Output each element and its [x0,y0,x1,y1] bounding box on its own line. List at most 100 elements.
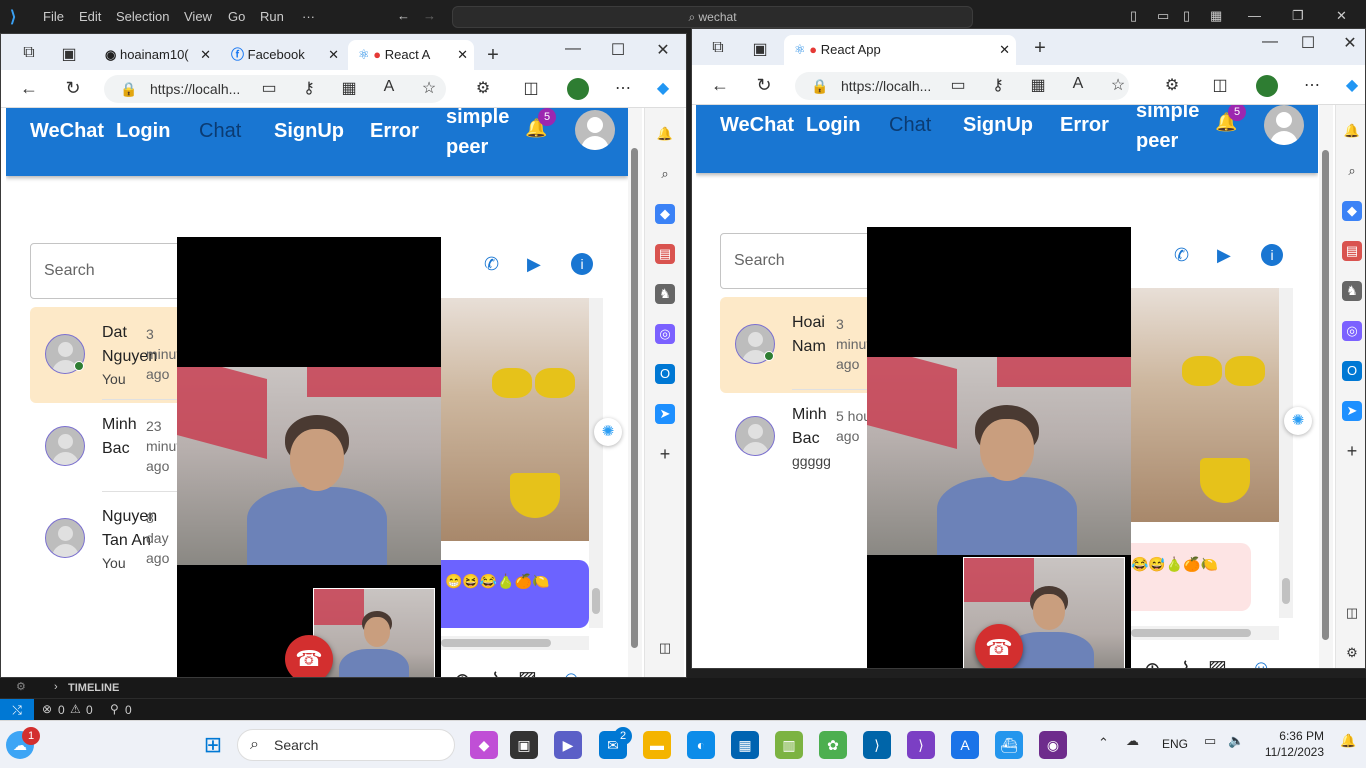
scrollbar-thumb[interactable] [1131,629,1251,637]
bell-icon[interactable]: 🔔 [1342,121,1362,141]
chart-app-icon[interactable]: ▥ [775,731,803,759]
menu-selection[interactable]: Selection [116,9,169,24]
nav-error[interactable]: Error [1060,114,1109,137]
sidebar-toggle-icon[interactable]: ◫ [655,638,675,658]
tools-icon[interactable]: ▤ [655,244,675,264]
hangup-button[interactable]: ☎ [975,624,1023,668]
timeline-label[interactable]: TIMELINE [68,682,119,694]
nav-wechat[interactable]: WeChat [720,114,794,137]
split-screen-icon[interactable]: ◫ [1210,75,1230,95]
chevron-up-icon[interactable]: ⌃ [1098,735,1109,751]
nav-signup[interactable]: SignUp [274,120,344,143]
warning-count[interactable]: 0 [86,703,93,717]
language-label[interactable]: ENG [1162,737,1188,751]
docker-icon[interactable]: ⛴ [995,731,1023,759]
remote-icon[interactable]: ⤭ [0,699,34,721]
read-aloud-icon[interactable]: A [1068,75,1088,93]
minimize-icon[interactable]: — [1260,33,1280,51]
taskbar-search[interactable]: ⌕ Search [237,729,455,761]
nav-chat[interactable]: Chat [199,120,241,143]
key-icon[interactable]: ⚷ [988,75,1008,95]
clock[interactable]: 6:36 PM 11/12/2023 [1258,728,1324,760]
message-image[interactable] [1130,288,1279,522]
file-explorer-icon[interactable]: ▬ [643,731,671,759]
nav-wechat[interactable]: WeChat [30,120,104,143]
tab-facebook[interactable]: ⓕ Facebook ✕ [221,40,343,70]
menu-more[interactable]: ··· [302,9,315,24]
outlook-icon[interactable]: O [655,364,675,384]
split-screen-icon[interactable]: ◫ [521,78,541,98]
start-icon[interactable]: ⊞ [199,731,227,759]
page-scrollbar[interactable] [1319,105,1333,668]
attach-icon[interactable]: ⌇ [1181,657,1191,668]
menu-file[interactable]: File [43,9,64,24]
search-icon[interactable]: ⌕ [1342,161,1362,181]
assistant-icon[interactable]: ✺ [594,418,622,446]
store-icon[interactable]: ▦ [731,731,759,759]
ports-icon[interactable]: ⚲ [110,702,119,716]
visual-studio-icon[interactable]: ⟩ [907,731,935,759]
workspaces-icon[interactable]: ⧉ [708,39,728,57]
nav-login[interactable]: Login [806,114,860,137]
copilot-pre-icon[interactable]: ◆ [470,731,498,759]
volume-icon[interactable]: 🔈 [1228,733,1244,749]
menu-view[interactable]: View [184,9,212,24]
tab-github[interactable]: ◉ hoainam10(✕ [95,40,215,70]
tab-close-icon[interactable]: ✕ [200,40,211,70]
messages-scrollbar[interactable] [1279,288,1293,618]
video-icon[interactable]: ▶ [1217,245,1231,266]
m365-icon[interactable]: ◎ [1342,321,1362,341]
chevron-right-icon[interactable]: › [54,681,58,693]
new-tab-icon[interactable]: + [483,44,503,67]
menu-run[interactable]: Run [260,9,284,24]
messages-hscrollbar[interactable] [421,636,589,650]
add-icon[interactable]: ⊕ [1144,657,1161,668]
close-icon[interactable]: ✕ [1336,8,1347,24]
refresh-icon[interactable]: ↻ [754,75,774,96]
customize-layout-icon[interactable]: ▦ [1210,8,1222,24]
paint-icon[interactable]: ✿ [819,731,847,759]
apps-icon[interactable]: ▦ [339,78,359,98]
conversation-item[interactable]: Minh Bac 5 hou ago ggggg [720,389,890,485]
maximize-icon[interactable]: ☐ [608,40,628,60]
toggle-panel-icon[interactable]: ▭ [1157,8,1169,24]
more-icon[interactable]: ⋯ [1302,75,1322,95]
user-avatar[interactable] [575,110,615,150]
image-icon[interactable]: ▨ [1208,655,1227,668]
nav-error[interactable]: Error [370,120,419,143]
phone-icon[interactable]: ✆ [484,254,499,275]
tab-react-app[interactable]: ⚛ ● React App ✕ [784,35,1016,65]
search-input[interactable]: Search [720,233,880,289]
info-icon[interactable]: i [571,253,593,275]
phone-icon[interactable]: ✆ [1174,245,1189,266]
nav-chat[interactable]: Chat [889,114,931,137]
extensions-icon[interactable]: ⚙ [473,78,493,98]
video-icon[interactable]: ▶ [527,254,541,275]
nav-simple-peer[interactable]: simple peer [1136,105,1199,156]
back-arrow-icon[interactable]: ← [397,8,410,23]
conversation-item[interactable]: Dat Nguyen 3 minut ago You [30,307,200,403]
bell-icon[interactable]: 🔔 [655,124,675,144]
scrollbar-thumb[interactable] [1282,578,1290,604]
vscode-icon[interactable]: ⟩ [863,731,891,759]
vscode-logo-icon[interactable]: ⟩ [10,7,16,27]
maximize-icon[interactable]: ☐ [1298,33,1318,53]
tab-actions-icon[interactable]: ▣ [750,39,770,59]
back-icon[interactable]: ← [710,75,730,96]
refresh-icon[interactable]: ↻ [63,78,83,99]
profile-avatar[interactable] [1256,75,1278,97]
user-avatar[interactable] [1264,105,1304,145]
teams-icon[interactable]: ▶ [554,731,582,759]
back-icon[interactable]: ← [19,78,39,99]
tab-close-icon[interactable]: ✕ [999,35,1010,65]
azure-icon[interactable]: A [951,731,979,759]
error-count[interactable]: 0 [58,703,65,717]
workspaces-icon[interactable]: ⧉ [19,44,39,62]
copilot-icon[interactable]: ◆ [1342,75,1362,95]
notification-icon[interactable]: 🔔 [1340,733,1356,749]
toggle-sidebar-icon[interactable]: ▯ [1130,8,1137,24]
profile-avatar[interactable] [567,78,589,100]
shopping-icon[interactable]: ◆ [1342,201,1362,221]
hangup-button[interactable]: ☎ [285,635,333,677]
conversation-item[interactable]: Nguyen Tan An 8 day ago You [30,491,200,587]
